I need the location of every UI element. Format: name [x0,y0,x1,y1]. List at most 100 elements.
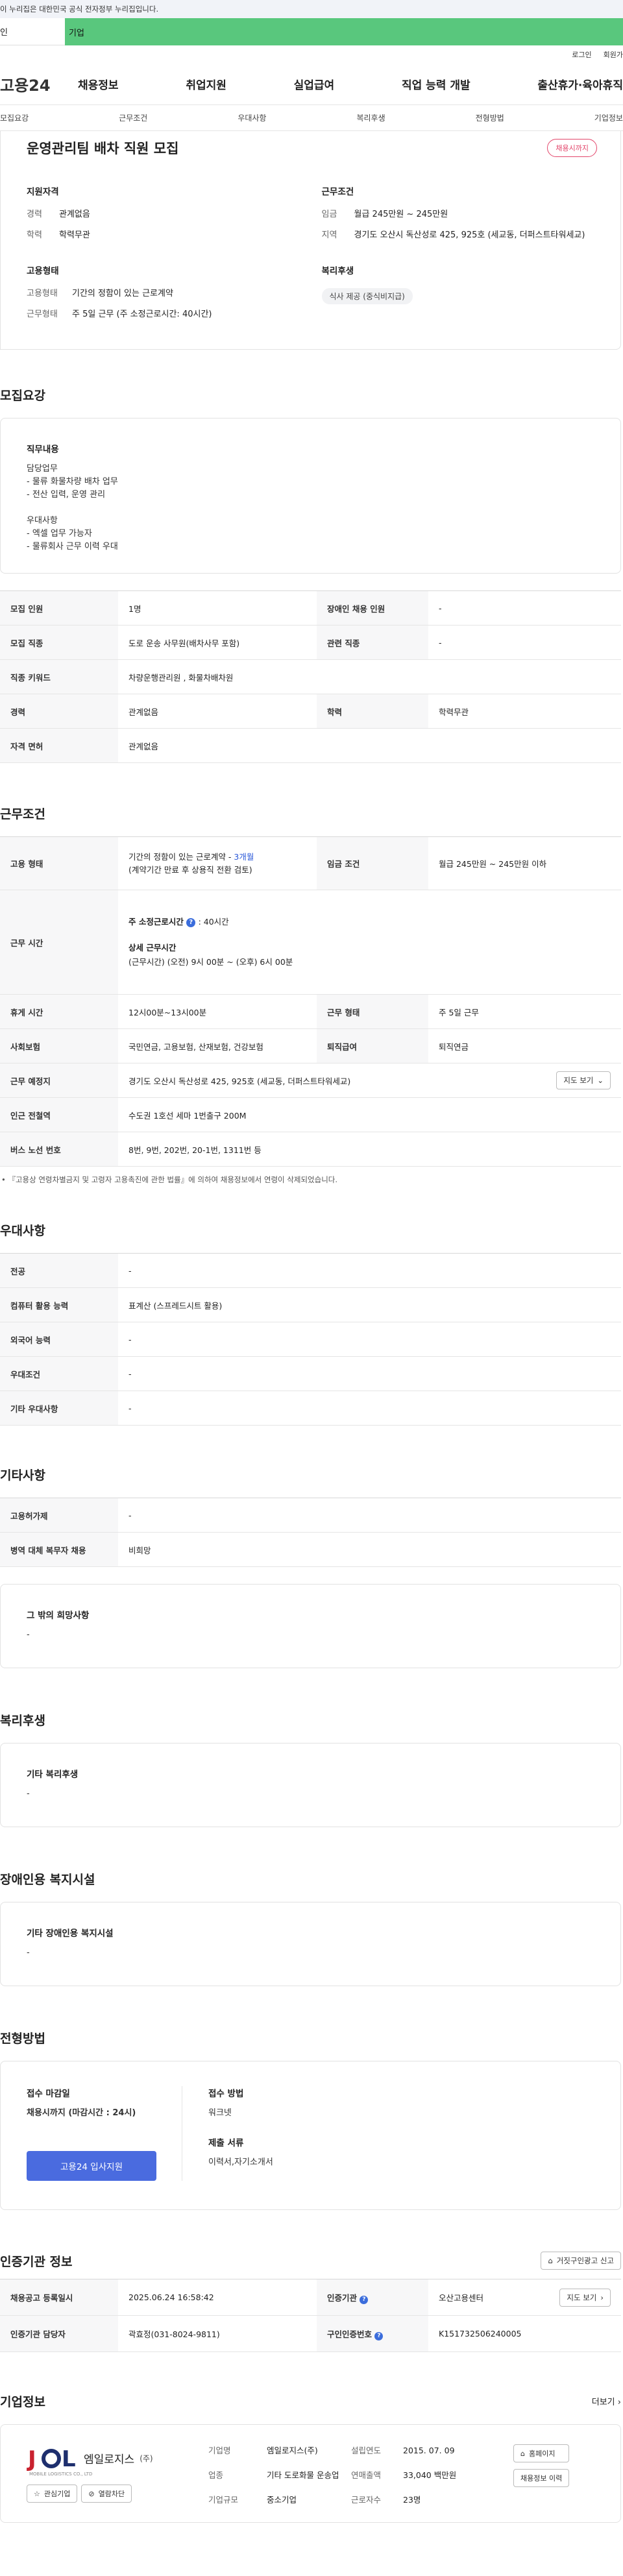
job-category-label: 모집 직종 [0,625,118,660]
auth-agency-label: 인증기관 [327,2292,358,2303]
table-row: 자격 면허 관계없음 [0,728,621,763]
table-row: 인근 전철역 수도권 1호선 세마 1번출구 200M [0,1097,621,1132]
headcount-value: 1명 [118,590,317,626]
nav-vocational-training[interactable]: 직업 능력 개발 [402,76,470,92]
block-label: 열람차단 [98,2490,125,2498]
anchor-selection[interactable]: 전형방법 [476,112,504,123]
computer-skill-value: 표계산 (스프레드시트 활용) [118,1287,621,1322]
license-value: 관계없음 [118,728,621,763]
agency-map-label: 지도 보기 [567,2292,597,2302]
company-section-title: 기업정보 [0,2395,45,2409]
welfare-heading: 기타 복리후생 [27,1769,79,1780]
home-icon: ⌂ [520,2449,525,2458]
headcount-label: 모집 인원 [0,590,118,626]
table-row: 기타 우대사항 - [0,1391,621,1426]
star-icon: ☆ [34,2489,40,2498]
site-logo[interactable]: 고용24 [0,73,78,95]
login-link[interactable]: 로그인 [572,49,591,60]
job-category-value: 도로 운송 사무원(배차사무 포함) [118,625,317,660]
report-button[interactable]: ⌂ 거짓구인광고 신고 [541,2252,621,2270]
more-link[interactable]: 더보기 › [592,2395,621,2407]
cert-number-label: 구인인증번호 [327,2329,373,2339]
company-logo-area: J L 엠일로지스 (주) MOBILE LOGISTICS CO., LTD … [27,2444,195,2507]
revenue-value: 33,040 백만원 [403,2470,457,2480]
table-row: 모집 직종 도로 운송 사무원(배차사무 포함) 관련 직종 - [0,625,621,660]
wage-cond-value: 월급 245만원 ~ 245만원 이하 [428,836,621,890]
nav-parental-leave[interactable]: 출산휴가·육아휴직 [537,76,623,92]
nav-employment-support[interactable]: 취업지원 [186,76,226,92]
deadline-badge: 채용시까지 [547,139,597,157]
work-form-row-value: 주 5일 근무 [428,994,621,1029]
favorite-company-button[interactable]: ☆ 관심기업 [27,2485,78,2503]
table-row: 전공 - [0,1253,621,1288]
qualification-heading: 지원자격 [27,187,59,197]
info-icon[interactable]: ? [186,917,196,927]
job-keyword-label: 직종 키워드 [0,659,118,694]
anchor-company[interactable]: 기업정보 [594,112,623,123]
company-logo-small: MOBILE LOGISTICS CO., LTD [29,2472,93,2477]
join-link[interactable]: 회원가 [604,49,623,60]
weekly-hours-value: : 40시간 [198,917,229,927]
user-type-tabs: 인 기업 [0,18,623,45]
apply-button[interactable]: 고용24 입사지원 [27,2151,156,2181]
welfare-summary-heading: 복리후생 [321,266,354,276]
preference-section-title: 우대사항 [0,1224,45,1238]
anchor-preference[interactable]: 우대사항 [238,112,266,123]
recruit-history-button[interactable]: 채용정보 이력 [513,2469,570,2487]
auth-section-title: 인증기관 정보 [0,2254,73,2269]
section-anchor-nav: 모집요강 근무조건 우대사항 복리후생 전형방법 기업정보 [0,105,623,131]
career-row-label: 경력 [0,694,118,729]
deadline-value: 채용시까지 (마감시간 : 24시) [27,2108,136,2118]
gov-notice-bar: 이 누리집은 대한민국 공식 전자정부 누리집입니다. [0,0,623,18]
disabled-value: - [27,1948,30,1958]
retirement-value: 퇴직연금 [428,1028,621,1063]
workplace-value: 경기도 오산시 독산성로 425, 925호 (세교동, 더퍼스트타워세교) [128,1076,351,1086]
company-size-label: 기업규모 [208,2495,239,2505]
tab-individual[interactable]: 인 [0,18,65,45]
pref-condition-label: 우대조건 [0,1356,118,1391]
founded-label: 설립연도 [351,2446,382,2455]
block-icon: ⊘ [88,2489,95,2498]
subway-value: 수도권 1호선 세마 1번출구 200M [118,1097,621,1132]
info-icon[interactable]: ? [360,2295,369,2304]
block-view-button[interactable]: ⊘ 열람차단 [81,2485,132,2503]
auth-table: 채용공고 등록일시 2025.06.24 16:58:42 인증기관 ? 오산고… [0,2279,621,2352]
employment-heading: 고용형태 [27,266,59,276]
welfare-value: - [27,1789,30,1799]
area-label: 지역 [321,230,337,240]
tab-company[interactable]: 기업 [65,18,623,45]
area-value: 경기도 오산시 독산성로 425, 925호 (세교동, 더퍼스트타워세교) [354,230,585,240]
agency-map-button[interactable]: 지도 보기 › [559,2288,611,2307]
table-row: 고용허가제 - [0,1498,621,1533]
recruit-history-label: 채용정보 이력 [520,2474,563,2483]
emp-type-value: 기간의 정함이 있는 근로계약 - [128,851,234,862]
reg-date-label: 채용공고 등록일시 [0,2279,118,2316]
info-icon[interactable]: ? [374,2331,384,2340]
more-label: 더보기 [591,2398,615,2407]
map-view-button[interactable]: 지도 보기 ⌄ [556,1071,611,1089]
education-row-value: 학력무관 [428,694,621,729]
table-row: 병역 대체 복무자 채용 비희망 [0,1532,621,1567]
subway-label: 인근 전철역 [0,1097,118,1132]
welfare-section-title: 복리후생 [0,1714,45,1728]
selection-section-title: 전형방법 [0,2032,45,2046]
employment-type-label: 고용형태 [27,289,58,298]
homepage-button[interactable]: ⌂ 홈페이지 [513,2444,570,2462]
nav-jobs[interactable]: 채용정보 [78,76,119,92]
qualification-block: 지원자격 경력 관계없음 학력 학력무관 [27,184,302,250]
method-heading: 접수 방법 [208,2089,244,2099]
anchor-welfare[interactable]: 복리후생 [356,112,385,123]
anchor-work[interactable]: 근무조건 [119,112,147,123]
nav-unemployment-benefit[interactable]: 실업급여 [294,76,335,92]
emp-type-label: 고용 형태 [0,836,118,890]
pref-condition-value: - [118,1356,621,1391]
table-row: 모집 인원 1명 장애인 채용 인원 - [0,590,621,626]
deadline-heading: 접수 마감일 [27,2089,70,2099]
etc-pref-value: - [118,1391,621,1426]
anchor-recruit[interactable]: 모집요강 [0,112,29,123]
company-name-label: 기업명 [208,2446,231,2455]
reg-date-value: 2025.06.24 16:58:42 [118,2279,317,2316]
etc-pref-label: 기타 우대사항 [0,1391,118,1426]
agency-staff-label: 인증기관 담당자 [0,2315,118,2352]
table-row: 경력 관계없음 학력 학력무관 [0,694,621,729]
